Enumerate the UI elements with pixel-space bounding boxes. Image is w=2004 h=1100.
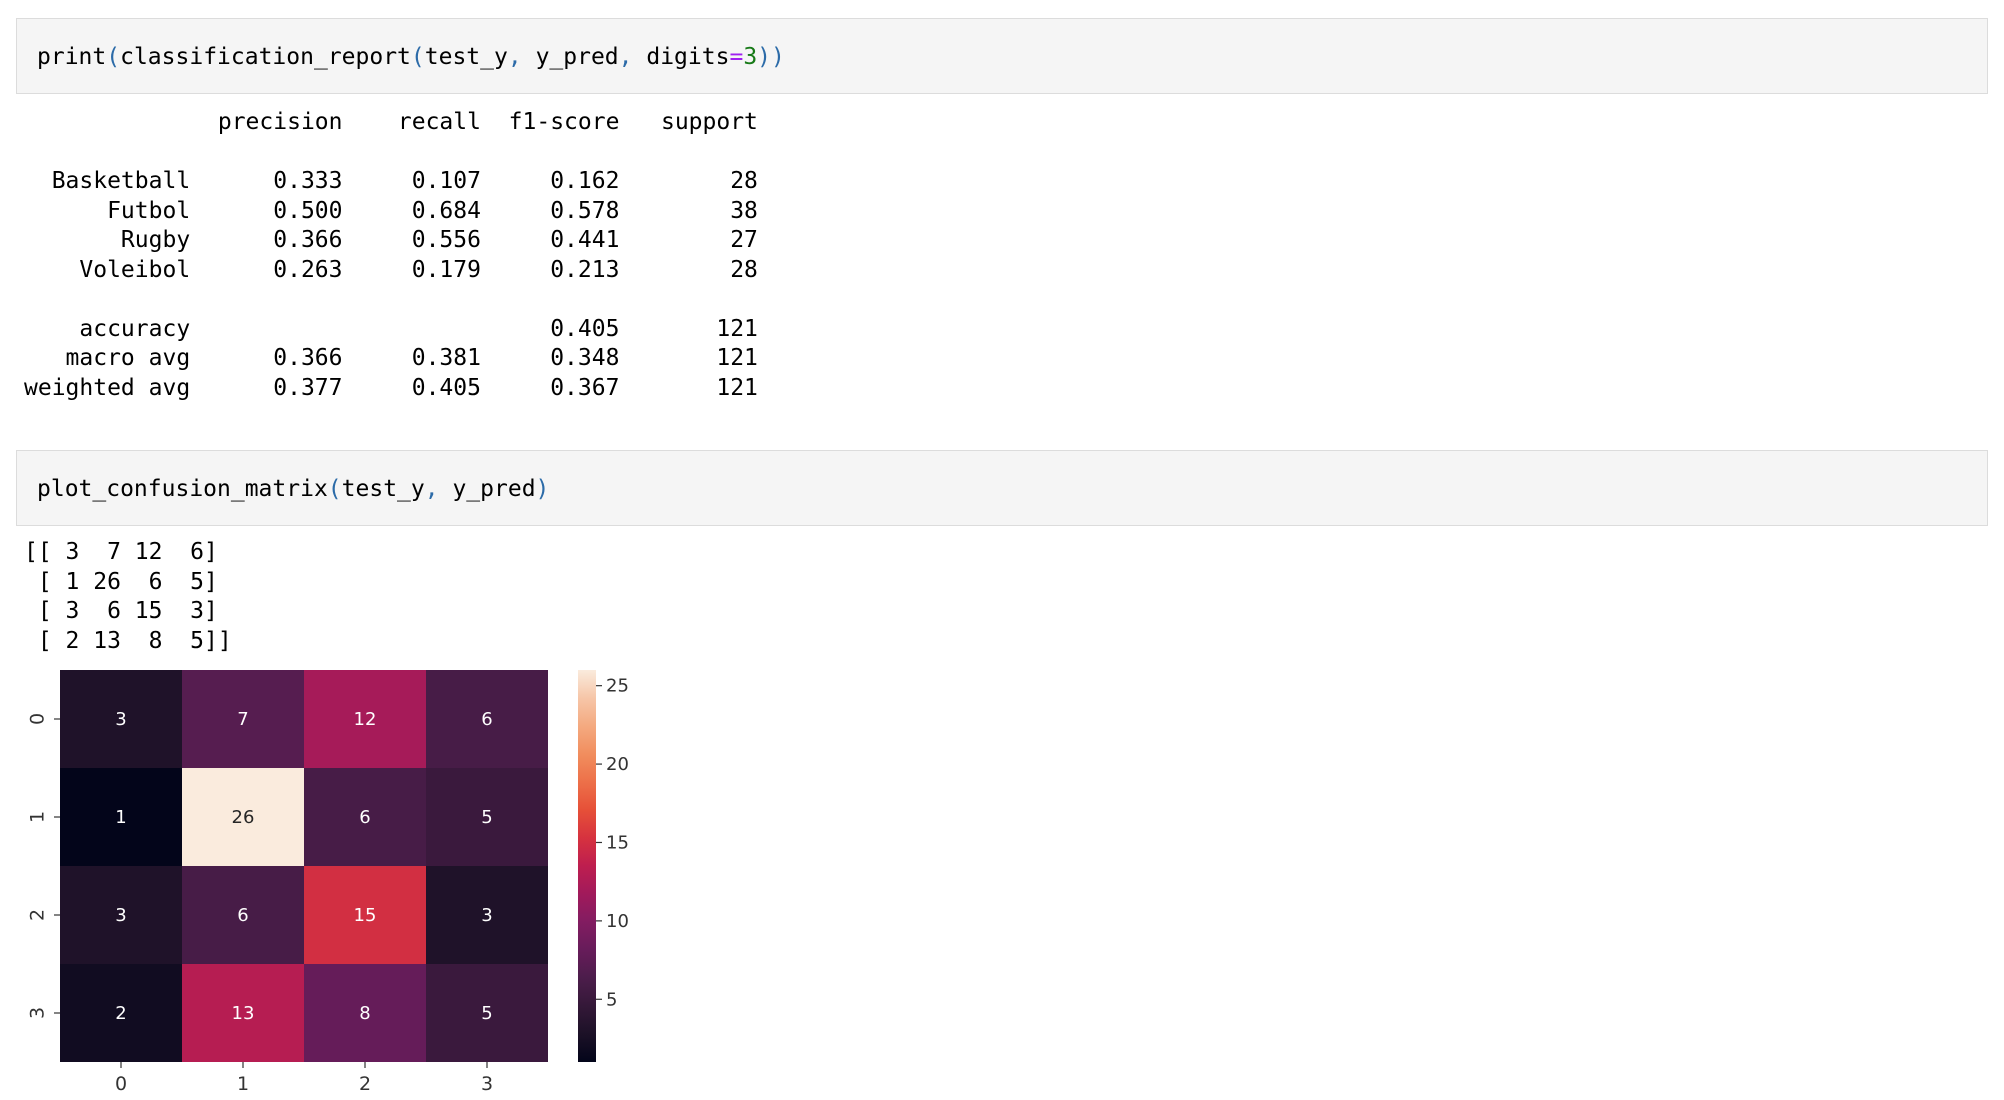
confusion-matrix-text-output: [[ 3 7 12 6] [ 1 26 6 5] [ 3 6 15 3] [ 2… [24, 539, 232, 654]
heatmap-cell-label: 5 [481, 807, 492, 828]
colorbar-tick-label: 10 [606, 911, 629, 932]
heatmap-cell-label: 2 [115, 1003, 126, 1024]
y-tick-label: 2 [27, 909, 49, 921]
heatmap-cell-label: 3 [481, 905, 492, 926]
heatmap-cell-label: 3 [115, 709, 126, 730]
heatmap-cell-label: 6 [481, 709, 492, 730]
heatmap-cell-label: 13 [232, 1003, 255, 1024]
heatmap-cell-label: 3 [115, 905, 126, 926]
code-line: print(classification_report(test_y, y_pr… [37, 42, 785, 72]
code-arg: y_pred [452, 476, 536, 502]
x-tick-label: 2 [359, 1073, 371, 1095]
heatmap-cell-label: 6 [237, 905, 248, 926]
x-tick-label: 0 [115, 1073, 127, 1095]
code-paren: ( [410, 44, 425, 70]
heatmap-cell-label: 7 [237, 709, 248, 730]
code-comma: , [424, 476, 453, 502]
code-comma: , [618, 44, 647, 70]
code-line: plot_confusion_matrix(test_y, y_pred) [37, 474, 549, 504]
code-arg: y_pred [535, 44, 619, 70]
colorbar [578, 670, 596, 1062]
heatmap-cell-label: 26 [232, 807, 255, 828]
heatmap-cell-label: 12 [354, 709, 377, 730]
code-fn: plot_confusion_matrix [37, 476, 328, 502]
code-comma: , [507, 44, 536, 70]
colorbar-tick-label: 5 [606, 989, 617, 1010]
x-tick-label: 3 [481, 1073, 493, 1095]
classification-report-output: precision recall f1-score support Basket… [24, 109, 758, 401]
code-paren: ( [106, 44, 121, 70]
heatmap-cell-label: 1 [115, 807, 126, 828]
heatmap-cell-label: 5 [481, 1003, 492, 1024]
heatmap-cell-label: 8 [359, 1003, 370, 1024]
heatmap-cell-label: 6 [359, 807, 370, 828]
code-paren: )) [757, 44, 785, 70]
colorbar-tick-label: 25 [606, 676, 629, 697]
heatmap-cell-label: 15 [354, 905, 377, 926]
colorbar-tick-label: 15 [606, 832, 629, 853]
code-fn: print [37, 44, 107, 70]
y-tick-label: 1 [27, 811, 49, 823]
y-tick-label: 3 [27, 1007, 49, 1019]
code-number: 3 [743, 44, 758, 70]
confusion-matrix-heatmap: 3 7 12 61 26 6 53 6 15 32 13 8 5 0123 0123 510152025 [27, 670, 629, 1095]
code-inner-fn: classification_report [120, 44, 411, 70]
code-cell-confusion-matrix[interactable]: plot_confusion_matrix(test_y, y_pred) [16, 450, 1988, 526]
code-kwarg: digits [646, 44, 730, 70]
code-operator: = [729, 44, 744, 70]
code-arg: test_y [424, 44, 508, 70]
colorbar-tick-label: 20 [606, 754, 629, 775]
x-tick-label: 1 [237, 1073, 249, 1095]
y-tick-label: 0 [27, 713, 49, 725]
code-paren: ( [327, 476, 342, 502]
code-cell-classification-report[interactable]: print(classification_report(test_y, y_pr… [16, 18, 1988, 94]
code-paren: ) [535, 476, 550, 502]
code-arg: test_y [341, 476, 425, 502]
